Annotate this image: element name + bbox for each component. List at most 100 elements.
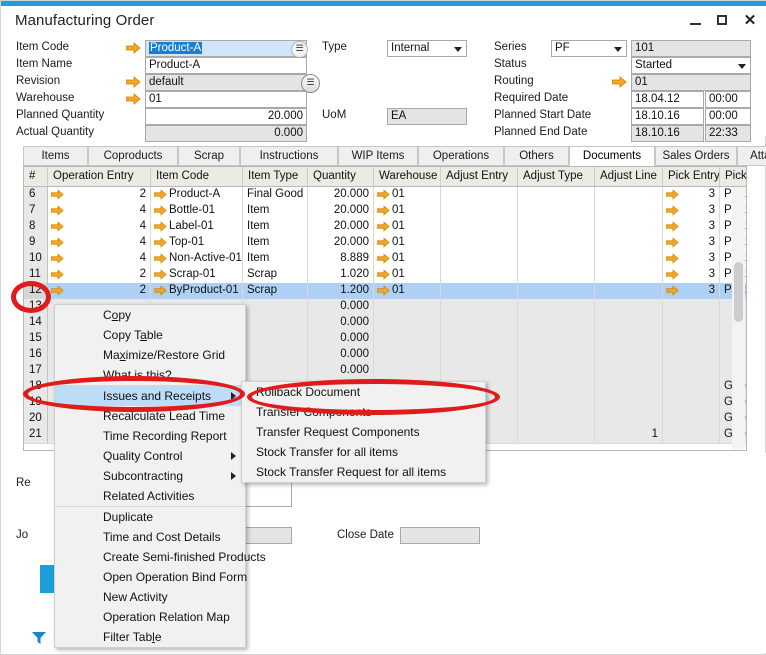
cell-adjust-type[interactable] bbox=[518, 347, 595, 363]
cell-num[interactable]: 16 bbox=[24, 347, 48, 363]
cell-pick-entry[interactable] bbox=[663, 379, 720, 395]
revision-input[interactable]: default bbox=[145, 74, 307, 91]
cell-warehouse[interactable]: 01 bbox=[374, 219, 441, 235]
cell-adjust-entry[interactable] bbox=[441, 187, 518, 203]
required-date-input[interactable]: 18.04.12 bbox=[631, 91, 704, 108]
cell-item-type[interactable] bbox=[243, 315, 308, 331]
tab-items[interactable]: Items bbox=[23, 146, 88, 166]
cell-adjust-entry[interactable] bbox=[441, 315, 518, 331]
cell-adjust-entry[interactable] bbox=[441, 363, 518, 379]
table-row[interactable]: 94Top-01Item20.000013Pick Receipt bbox=[24, 235, 746, 252]
column-header-op-entry[interactable]: Operation Entry bbox=[48, 167, 151, 186]
cell-pick-entry[interactable] bbox=[663, 315, 720, 331]
cell-adjust-type[interactable] bbox=[518, 219, 595, 235]
cell-item-type[interactable] bbox=[243, 331, 308, 347]
tab-attachments[interactable]: Attachments bbox=[737, 146, 766, 166]
column-header-adjust-entry[interactable]: Adjust Entry bbox=[441, 167, 518, 186]
table-row[interactable]: 84Label-01Item20.000013Pick Receipt bbox=[24, 219, 746, 236]
cell-adjust-entry[interactable] bbox=[441, 299, 518, 315]
status-select[interactable]: Started bbox=[631, 57, 751, 74]
item-code-input[interactable]: Product-A bbox=[145, 40, 307, 57]
item-name-input[interactable]: Product-A bbox=[145, 57, 307, 74]
routing-input[interactable]: 01 bbox=[631, 74, 751, 91]
cell-num[interactable]: 7 bbox=[24, 203, 48, 219]
cell-adjust-line[interactable] bbox=[595, 251, 663, 267]
cell-adjust-entry[interactable] bbox=[441, 267, 518, 283]
cell-quantity[interactable]: 1.020 bbox=[308, 267, 374, 283]
column-header-item-type[interactable]: Item Type bbox=[243, 167, 308, 186]
minimize-icon[interactable] bbox=[689, 14, 703, 28]
link-arrow-icon-item-code[interactable] bbox=[126, 42, 141, 54]
cell-adjust-line[interactable] bbox=[595, 219, 663, 235]
cell-quantity[interactable]: 0.000 bbox=[308, 363, 374, 379]
menu-item-open-operation-bind-form[interactable]: Open Operation Bind Form bbox=[55, 567, 245, 587]
cell-adjust-type[interactable] bbox=[518, 251, 595, 267]
cell-quantity[interactable]: 0.000 bbox=[308, 331, 374, 347]
cell-num[interactable]: 20 bbox=[24, 411, 48, 427]
submenu-item-stock-transfer-for-all-items[interactable]: Stock Transfer for all items bbox=[242, 442, 485, 462]
cell-item-code[interactable]: Bottle-01 bbox=[151, 203, 243, 219]
cell-adjust-type[interactable] bbox=[518, 331, 595, 347]
cell-adjust-line[interactable] bbox=[595, 235, 663, 251]
cell-adjust-type[interactable] bbox=[518, 203, 595, 219]
cell-quantity[interactable]: 1.200 bbox=[308, 283, 374, 299]
table-row[interactable]: 122ByProduct-01Scrap1.200013Pick Receipt bbox=[24, 283, 746, 300]
cell-item-type[interactable]: Item bbox=[243, 203, 308, 219]
series-select[interactable]: PF bbox=[551, 40, 627, 57]
column-header-adjust-line[interactable]: Adjust Line bbox=[595, 167, 663, 186]
table-row[interactable]: 62Product-AFinal Good20.000013Pick Recei… bbox=[24, 187, 746, 204]
cell-pick-entry[interactable] bbox=[663, 299, 720, 315]
cell-pick-entry[interactable]: 3 bbox=[663, 267, 720, 283]
cell-adjust-type[interactable] bbox=[518, 235, 595, 251]
link-arrow-icon-warehouse[interactable] bbox=[126, 93, 141, 105]
cell-adjust-line[interactable] bbox=[595, 187, 663, 203]
planned-start-date-input[interactable]: 18.10.16 bbox=[631, 108, 704, 125]
menu-item-quality-control[interactable]: Quality Control bbox=[55, 446, 245, 466]
grid-scroll-thumb[interactable] bbox=[734, 262, 743, 322]
cell-op-entry[interactable]: 2 bbox=[48, 267, 151, 283]
cell-adjust-line[interactable] bbox=[595, 347, 663, 363]
planned-quantity-input[interactable]: 20.000 bbox=[145, 108, 307, 125]
menu-item-copy-table[interactable]: Copy Table bbox=[55, 325, 245, 345]
cell-item-type[interactable]: Item bbox=[243, 251, 308, 267]
cell-adjust-type[interactable] bbox=[518, 395, 595, 411]
column-header-num[interactable]: # bbox=[24, 167, 48, 186]
cell-item-type[interactable]: Scrap bbox=[243, 267, 308, 283]
cell-num[interactable]: 10 bbox=[24, 251, 48, 267]
cell-warehouse[interactable]: 01 bbox=[374, 251, 441, 267]
cell-warehouse[interactable] bbox=[374, 315, 441, 331]
cell-quantity[interactable]: 20.000 bbox=[308, 235, 374, 251]
table-row[interactable]: 104Non-Active-01Item8.889013Pick Receipt bbox=[24, 251, 746, 268]
cell-adjust-line[interactable] bbox=[595, 395, 663, 411]
cell-adjust-line[interactable] bbox=[595, 411, 663, 427]
cell-adjust-entry[interactable] bbox=[441, 331, 518, 347]
cell-adjust-line[interactable] bbox=[595, 331, 663, 347]
menu-item-related-activities[interactable]: Related Activities bbox=[55, 486, 245, 507]
menu-item-filter-table[interactable]: Filter Table bbox=[55, 627, 245, 647]
cell-pick-entry[interactable] bbox=[663, 363, 720, 379]
cell-item-type[interactable] bbox=[243, 299, 308, 315]
menu-item-subcontracting[interactable]: Subcontracting bbox=[55, 466, 245, 486]
cell-warehouse[interactable] bbox=[374, 347, 441, 363]
tab-scrap[interactable]: Scrap bbox=[178, 146, 240, 166]
close-icon[interactable]: ✕ bbox=[743, 14, 757, 28]
cell-adjust-type[interactable] bbox=[518, 315, 595, 331]
cell-warehouse[interactable]: 01 bbox=[374, 235, 441, 251]
grid-vertical-scrollbar[interactable] bbox=[732, 187, 745, 449]
menu-item-duplicate[interactable]: Duplicate bbox=[55, 507, 245, 527]
cell-num[interactable]: 14 bbox=[24, 315, 48, 331]
cell-adjust-type[interactable] bbox=[518, 299, 595, 315]
required-time-input[interactable]: 00:00 bbox=[705, 91, 751, 108]
cell-adjust-entry[interactable] bbox=[441, 235, 518, 251]
menu-item-time-recording-report[interactable]: Time Recording Report bbox=[55, 426, 245, 446]
cell-adjust-type[interactable] bbox=[518, 411, 595, 427]
cell-quantity[interactable]: 0.000 bbox=[308, 315, 374, 331]
cell-adjust-entry[interactable] bbox=[441, 251, 518, 267]
cell-pick-entry[interactable]: 3 bbox=[663, 235, 720, 251]
cell-adjust-entry[interactable] bbox=[441, 283, 518, 299]
link-arrow-icon-revision[interactable] bbox=[126, 76, 141, 88]
cell-num[interactable]: 21 bbox=[24, 427, 48, 443]
tab-wip-items[interactable]: WIP Items bbox=[338, 146, 418, 166]
column-header-quantity[interactable]: Quantity bbox=[308, 167, 374, 186]
cell-quantity[interactable]: 0.000 bbox=[308, 347, 374, 363]
